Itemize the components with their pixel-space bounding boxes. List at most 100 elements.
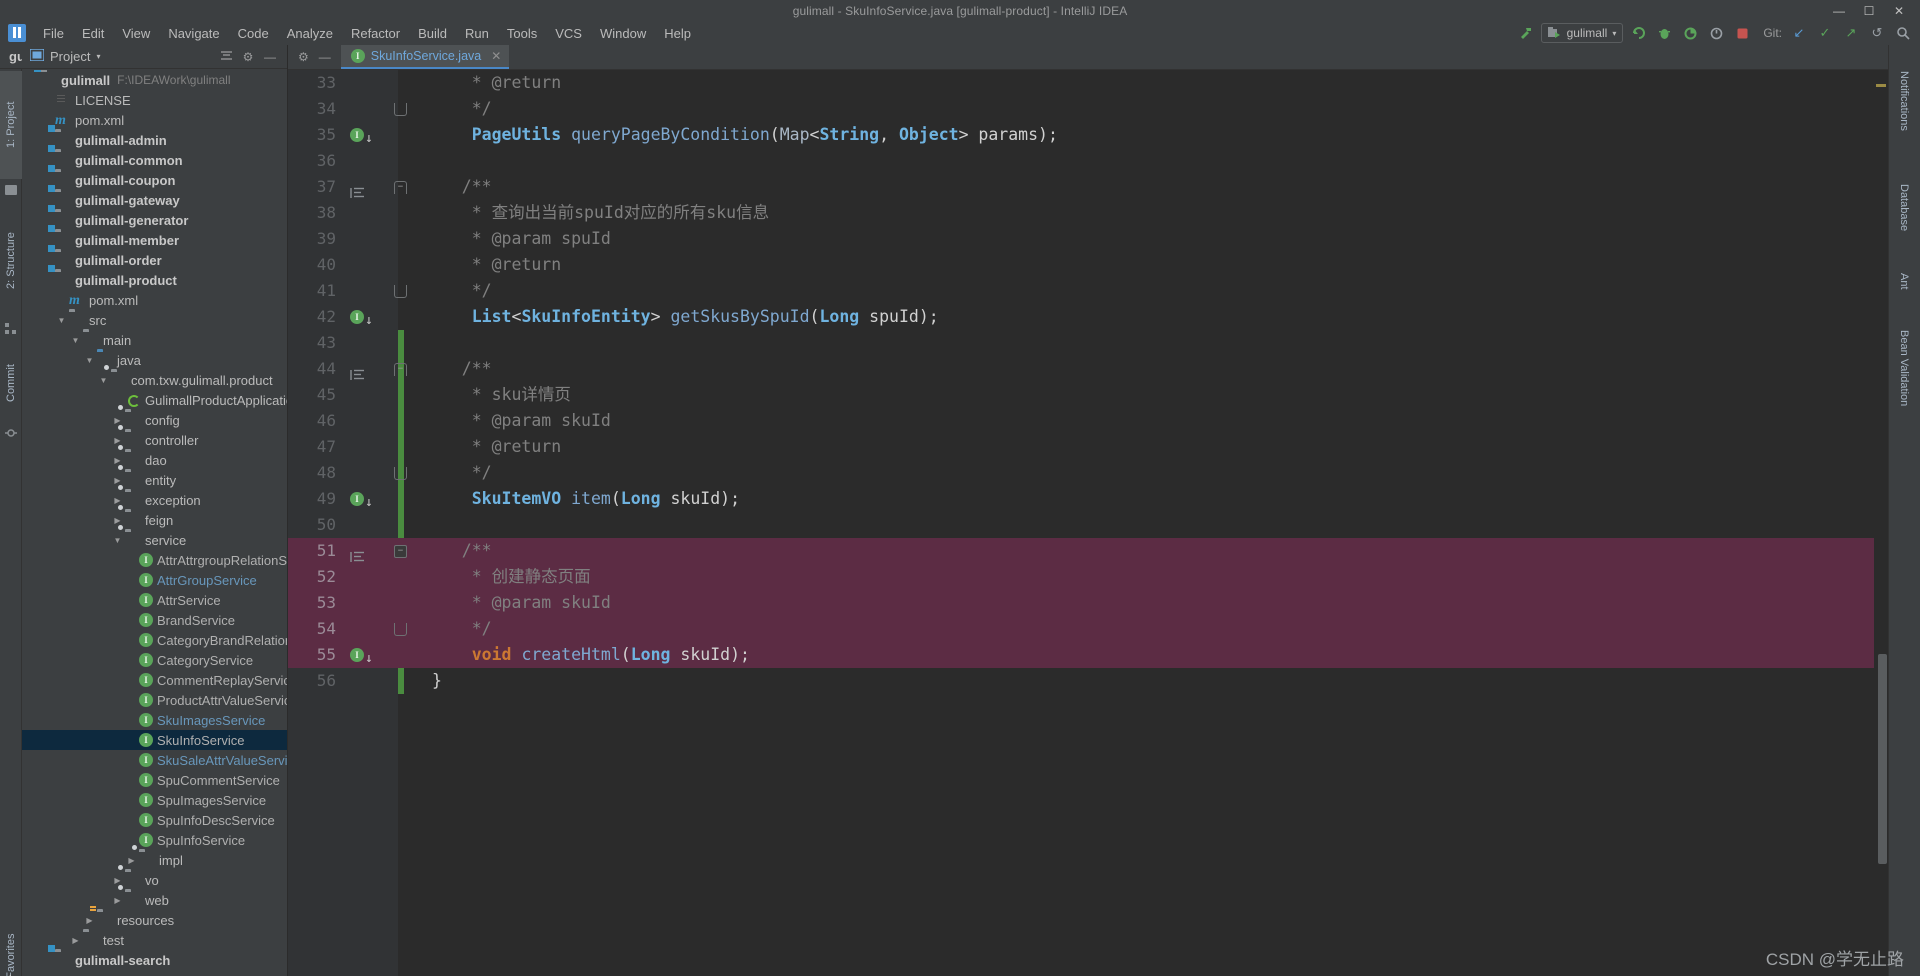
tree-item-src[interactable]: ▼ src	[22, 310, 287, 330]
settings-icon[interactable]: ⚙	[298, 50, 309, 64]
tree-item-spuinfodescservice[interactable]: ▶ISpuInfoDescService	[22, 810, 287, 830]
javadoc-icon[interactable]	[350, 363, 366, 380]
fold-collapse-icon[interactable]	[394, 285, 407, 298]
sidebar-item-notifications[interactable]: Notifications	[1888, 49, 1920, 153]
chevron-right-icon[interactable]: ▶	[112, 895, 123, 906]
menu-refactor[interactable]: Refactor	[342, 24, 409, 43]
warning-marker[interactable]	[1876, 84, 1886, 87]
tab-skuinfoservice-java[interactable]: I SkuInfoService.java ✕	[340, 45, 510, 69]
project-tree[interactable]: ▶gulimallF:\IDEAWork\gulimall▶LICENSE▶mp…	[22, 70, 287, 976]
implemented-method-icon[interactable]: I	[350, 492, 364, 506]
tree-item-impl[interactable]: ▶ impl	[22, 845, 287, 870]
implemented-method-icon[interactable]: I	[350, 648, 364, 662]
fold-region[interactable]	[388, 122, 418, 148]
debug-icon[interactable]	[1653, 23, 1675, 43]
fold-region[interactable]	[388, 252, 418, 278]
fold-region[interactable]	[388, 616, 418, 642]
code-line[interactable]: 54 */	[288, 616, 1888, 642]
tree-item-gulimall-gateway[interactable]: ▶gulimall-gateway	[22, 190, 287, 210]
close-icon[interactable]: ✕	[491, 49, 501, 63]
tree-item-brandservice[interactable]: ▶IBrandService	[22, 610, 287, 630]
tree-item-categorybrandrelationservice[interactable]: ▶ICategoryBrandRelationService	[22, 630, 287, 650]
code-line[interactable]: 51 − /**	[288, 538, 1888, 564]
code-line[interactable]: 47 * @return	[288, 434, 1888, 460]
tree-item-pom-xml[interactable]: ▶mpom.xml	[22, 110, 287, 130]
menu-navigate[interactable]: Navigate	[159, 24, 228, 43]
fold-collapse-icon[interactable]	[394, 103, 407, 116]
code-line[interactable]: 42 I ↓ List<SkuInfoEntity> getSkusBySpuId(…	[288, 304, 1888, 330]
chevron-down-icon[interactable]: ▼	[84, 355, 95, 366]
fold-region[interactable]	[388, 226, 418, 252]
chevron-right-icon[interactable]: ▶	[112, 455, 123, 466]
fold-region[interactable]	[388, 304, 418, 330]
tree-item-config[interactable]: ▶ config	[22, 405, 287, 430]
code-line[interactable]: 48 */	[288, 460, 1888, 486]
code-line[interactable]: 33 * @return	[288, 70, 1888, 96]
menu-code[interactable]: Code	[229, 24, 278, 43]
menu-build[interactable]: Build	[409, 24, 456, 43]
tree-item-spuimagesservice[interactable]: ▶ISpuImagesService	[22, 790, 287, 810]
tree-item-attrattrgrouprelationservice[interactable]: ▶IAttrAttrgroupRelationService	[22, 550, 287, 570]
chevron-down-icon[interactable]: ▼	[56, 315, 67, 326]
code-line[interactable]: 56}	[288, 668, 1888, 694]
menu-edit[interactable]: Edit	[73, 24, 113, 43]
tree-item-gulimall-coupon[interactable]: ▶gulimall-coupon	[22, 170, 287, 190]
fold-region[interactable]	[388, 200, 418, 226]
menu-help[interactable]: Help	[655, 24, 700, 43]
tree-item-spucommentservice[interactable]: ▶ISpuCommentService	[22, 770, 287, 790]
code-line[interactable]: 37 − /**	[288, 174, 1888, 200]
hide-icon[interactable]: —	[263, 50, 277, 64]
sidebar-item-favorites[interactable]: 2: Favorites	[0, 907, 22, 976]
menu-window[interactable]: Window	[591, 24, 655, 43]
code-line[interactable]: 44 − /**	[288, 356, 1888, 382]
fold-collapse-icon[interactable]: −	[394, 181, 407, 194]
menu-vcs[interactable]: VCS	[546, 24, 591, 43]
tree-item-resources[interactable]: ▶ resources	[22, 910, 287, 930]
run-configuration-selector[interactable]: gulimall ▾	[1540, 23, 1624, 43]
collapse-all-icon[interactable]	[219, 50, 233, 64]
code-line[interactable]: 38 * 查询出当前spuId对应的所有sku信息	[288, 200, 1888, 226]
code-line[interactable]: 53 * @param skuId	[288, 590, 1888, 616]
fold-collapse-icon[interactable]: −	[394, 545, 407, 558]
chevron-down-icon[interactable]: ▼	[70, 335, 81, 346]
tree-item-gulimallproductapplication[interactable]: ▶GulimallProductApplication	[22, 390, 287, 410]
chevron-right-icon[interactable]: ▶	[112, 875, 123, 886]
tree-item-spuinfoservice[interactable]: ▶ISpuInfoService	[22, 830, 287, 850]
coverage-icon[interactable]	[1679, 23, 1701, 43]
tree-item-service[interactable]: ▼ service	[22, 525, 287, 550]
tree-item-web[interactable]: ▶ web	[22, 885, 287, 910]
git-push-icon[interactable]: ↗	[1840, 23, 1862, 43]
tree-item-gulimall-common[interactable]: ▶gulimall-common	[22, 150, 287, 170]
tree-item-entity[interactable]: ▶ entity	[22, 465, 287, 490]
fold-region[interactable]	[388, 512, 418, 538]
tree-item-categoryservice[interactable]: ▶ICategoryService	[22, 650, 287, 670]
code-line[interactable]: 52 * 创建静态页面	[288, 564, 1888, 590]
fold-region[interactable]	[388, 330, 418, 356]
code-line[interactable]: 46 * @param skuId	[288, 408, 1888, 434]
search-icon[interactable]	[1892, 23, 1914, 43]
hammer-icon[interactable]	[1515, 23, 1537, 43]
tree-item-dao[interactable]: ▶ dao	[22, 445, 287, 470]
chevron-right-icon[interactable]: ▶	[126, 855, 137, 866]
hide-icon[interactable]: —	[319, 50, 331, 64]
fold-collapse-icon[interactable]	[394, 467, 407, 480]
menu-analyze[interactable]: Analyze	[278, 24, 342, 43]
implemented-method-icon[interactable]: I	[350, 128, 364, 142]
editor-scrollbar-markers[interactable]	[1874, 70, 1888, 976]
chevron-right-icon[interactable]: ▶	[112, 475, 123, 486]
chevron-right-icon[interactable]: ▶	[112, 415, 123, 426]
git-update-icon[interactable]: ↙	[1788, 23, 1810, 43]
tree-item-controller[interactable]: ▶ controller	[22, 425, 287, 450]
fold-region[interactable]	[388, 96, 418, 122]
menu-run[interactable]: Run	[456, 24, 498, 43]
tree-item-gulimall-order[interactable]: ▶gulimall-order	[22, 250, 287, 270]
menu-file[interactable]: File	[34, 24, 73, 43]
code-line[interactable]: 45 * sku详情页	[288, 382, 1888, 408]
sidebar-item-ant[interactable]: Ant	[1888, 261, 1920, 301]
chevron-right-icon[interactable]: ▶	[112, 515, 123, 526]
close-button[interactable]: ✕	[1884, 0, 1914, 21]
fold-region[interactable]: −	[388, 174, 418, 200]
stop-icon[interactable]	[1731, 23, 1753, 43]
tree-item-gulimall-generator[interactable]: ▶gulimall-generator	[22, 210, 287, 230]
profiler-icon[interactable]	[1705, 23, 1727, 43]
